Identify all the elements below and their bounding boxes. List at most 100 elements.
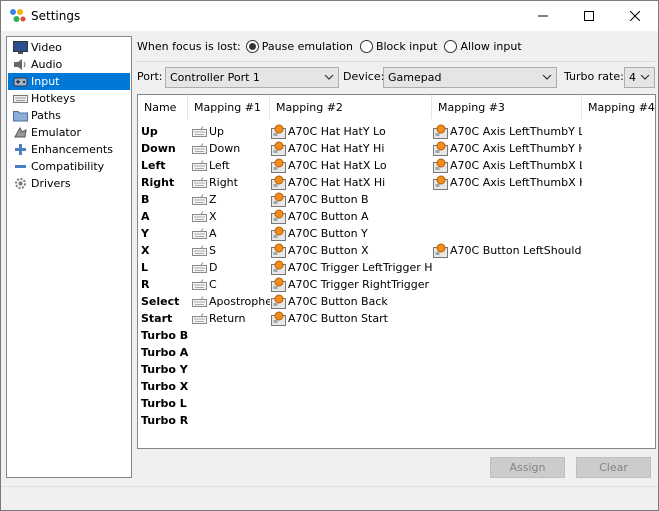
- gamepad-icon: [271, 175, 287, 191]
- keyboard-icon: [192, 244, 207, 257]
- keyboard-icon: [192, 261, 207, 274]
- mapping-1-cell[interactable]: Apostrophe: [192, 293, 270, 310]
- table-row[interactable]: B Z A70C Button B: [138, 191, 655, 208]
- clear-button[interactable]: Clear: [576, 457, 651, 478]
- mapping-2-cell[interactable]: A70C Hat HatX Hi: [271, 174, 432, 191]
- radio-pause-emulation[interactable]: Pause emulation: [245, 39, 353, 53]
- maximize-button[interactable]: [566, 1, 612, 31]
- column-header-mapping-1[interactable]: Mapping #1: [188, 95, 270, 119]
- minus-icon: [12, 160, 28, 174]
- mapping-2-cell[interactable]: A70C Button Start: [271, 310, 432, 327]
- mapping-1-cell[interactable]: Up: [192, 123, 270, 140]
- maximize-icon: [584, 11, 594, 21]
- table-row[interactable]: Turbo L: [138, 395, 655, 412]
- mapping-2-cell[interactable]: A70C Hat HatY Lo: [271, 123, 432, 140]
- table-row[interactable]: Turbo B: [138, 327, 655, 344]
- keyboard-icon: [192, 210, 207, 223]
- binding-name: Turbo L: [141, 397, 187, 410]
- table-row[interactable]: Turbo X: [138, 378, 655, 395]
- radio-allow-input[interactable]: Allow input: [444, 39, 522, 53]
- mapping-1-cell[interactable]: Return: [192, 310, 270, 327]
- radio-block-input[interactable]: Block input: [359, 39, 437, 53]
- turbo-rate-select[interactable]: 4: [624, 67, 655, 88]
- minimize-button[interactable]: [520, 1, 566, 31]
- mapping-1-cell[interactable]: Right: [192, 174, 270, 191]
- column-header-mapping-2[interactable]: Mapping #2: [270, 95, 432, 119]
- column-header-mapping-3[interactable]: Mapping #3: [432, 95, 582, 119]
- plus-icon: [12, 143, 28, 157]
- table-row[interactable]: Start Return A70C Button Start: [138, 310, 655, 327]
- gear-icon: [12, 177, 28, 191]
- mapping-2-cell[interactable]: A70C Trigger LeftTrigger Hi: [271, 259, 432, 276]
- sidebar-item-drivers[interactable]: Drivers: [8, 175, 130, 192]
- sidebar-item-compatibility[interactable]: Compatibility: [8, 158, 130, 175]
- device-label: Device:: [343, 70, 385, 83]
- mapping-1-cell[interactable]: D: [192, 259, 270, 276]
- table-row[interactable]: Right Right A70C Hat HatX Hi A70C Axis Left…: [138, 174, 655, 191]
- radio-indicator: [245, 39, 259, 53]
- mapping-2-cell[interactable]: A70C Button Y: [271, 225, 432, 242]
- mapping-3-cell[interactable]: A70C Button LeftShoulder: [433, 242, 582, 259]
- mapping-3-cell[interactable]: A70C Axis LeftThumbY Hi: [433, 140, 582, 157]
- binding-name: Turbo R: [141, 414, 189, 427]
- sidebar-item-hotkeys[interactable]: Hotkeys: [8, 90, 130, 107]
- binding-name: Start: [141, 312, 173, 325]
- binding-name: Down: [141, 142, 176, 155]
- column-header-name[interactable]: Name: [138, 95, 188, 119]
- keyboard-icon: [192, 295, 207, 308]
- table-row[interactable]: Down Down A70C Hat HatY Hi A70C Axis LeftTh…: [138, 140, 655, 157]
- mapping-3-cell[interactable]: A70C Axis LeftThumbX Lo: [433, 157, 582, 174]
- sidebar-item-enhancements[interactable]: Enhancements: [8, 141, 130, 158]
- mapping-1-cell[interactable]: Z: [192, 191, 270, 208]
- mapping-2-cell[interactable]: A70C Button A: [271, 208, 432, 225]
- table-row[interactable]: X S A70C Button X A70C Button LeftShoulder: [138, 242, 655, 259]
- mapping-3-cell[interactable]: A70C Axis LeftThumbY Lo: [433, 123, 582, 140]
- sidebar-item-video[interactable]: Video: [8, 39, 130, 56]
- mapping-1-cell[interactable]: S: [192, 242, 270, 259]
- settings-category-list: Video Audio Input Hotkeys Paths Emulator…: [6, 36, 132, 478]
- mapping-1-cell[interactable]: Down: [192, 140, 270, 157]
- mapping-2-cell[interactable]: A70C Button B: [271, 191, 432, 208]
- keyboard-icon: [192, 176, 207, 189]
- mapping-3-cell[interactable]: A70C Axis LeftThumbX Hi: [433, 174, 582, 191]
- table-row[interactable]: L D A70C Trigger LeftTrigger Hi: [138, 259, 655, 276]
- mapping-2-cell[interactable]: A70C Trigger RightTrigger Hi: [271, 276, 432, 293]
- monitor-icon: [12, 41, 28, 55]
- column-header-mapping-4[interactable]: Mapping #4: [582, 95, 655, 119]
- close-button[interactable]: [612, 1, 658, 31]
- table-row[interactable]: Y A A70C Button Y: [138, 225, 655, 242]
- table-row[interactable]: Turbo A: [138, 344, 655, 361]
- sidebar-item-audio[interactable]: Audio: [8, 56, 130, 73]
- sidebar-item-input[interactable]: Input: [8, 73, 130, 90]
- mapping-2-cell[interactable]: A70C Hat HatY Hi: [271, 140, 432, 157]
- binding-name: B: [141, 193, 150, 206]
- mapping-1-cell[interactable]: Left: [192, 157, 270, 174]
- table-row[interactable]: Select Apostrophe A70C Button Back: [138, 293, 655, 310]
- gamepad-icon: [271, 192, 287, 208]
- mapping-2-cell[interactable]: A70C Button Back: [271, 293, 432, 310]
- device-select[interactable]: Gamepad: [383, 67, 557, 88]
- port-label: Port:: [137, 70, 163, 83]
- mapping-1-cell[interactable]: X: [192, 208, 270, 225]
- table-row[interactable]: Left Left A70C Hat HatX Lo A70C Axis LeftTh…: [138, 157, 655, 174]
- mapping-2-cell[interactable]: A70C Hat HatX Lo: [271, 157, 432, 174]
- binding-name: A: [141, 210, 150, 223]
- table-row[interactable]: Turbo R: [138, 412, 655, 429]
- gamepad-icon: [12, 75, 28, 89]
- keyboard-icon: [192, 125, 207, 138]
- binding-name: Y: [141, 227, 149, 240]
- port-select[interactable]: Controller Port 1: [165, 67, 339, 88]
- mapping-1-cell[interactable]: C: [192, 276, 270, 293]
- mapping-1-cell[interactable]: A: [192, 225, 270, 242]
- table-row[interactable]: Turbo Y: [138, 361, 655, 378]
- sidebar-item-paths[interactable]: Paths: [8, 107, 130, 124]
- keyboard-icon: [192, 193, 207, 206]
- gamepad-icon: [433, 141, 449, 157]
- table-row[interactable]: R C A70C Trigger RightTrigger Hi: [138, 276, 655, 293]
- mapping-2-cell[interactable]: A70C Button X: [271, 242, 432, 259]
- assign-button[interactable]: Assign: [490, 457, 565, 478]
- sidebar-item-emulator[interactable]: Emulator: [8, 124, 130, 141]
- table-row[interactable]: A X A70C Button A: [138, 208, 655, 225]
- folder-icon: [12, 109, 28, 123]
- table-row[interactable]: Up Up A70C Hat HatY Lo A70C Axis LeftThumbY…: [138, 123, 655, 140]
